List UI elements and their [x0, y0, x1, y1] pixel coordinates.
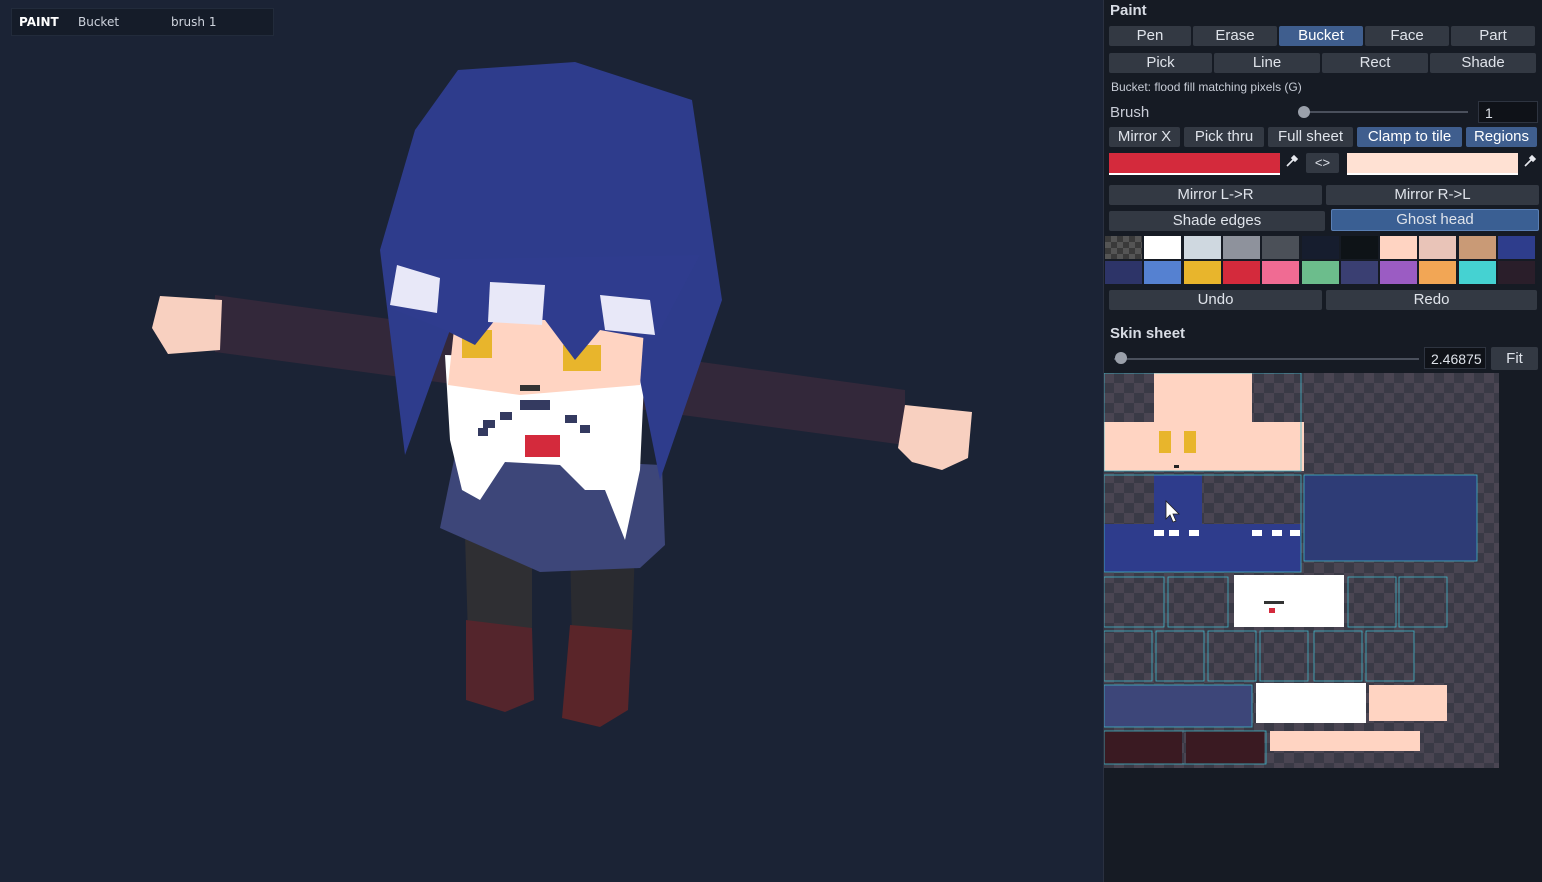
palette-swatch[interactable] [1301, 261, 1339, 284]
palette-swatch[interactable] [1380, 236, 1418, 259]
mode-label: PAINT [19, 15, 59, 29]
palette-swatch[interactable] [1222, 236, 1260, 259]
skin-sheet-title: Skin sheet [1110, 325, 1186, 342]
palette-swatch[interactable] [1340, 236, 1378, 259]
tool-rect-button[interactable]: Rect [1322, 53, 1428, 73]
eyedropper-primary-icon[interactable] [1283, 154, 1301, 172]
brush-size-label: Brush [1110, 104, 1150, 121]
brush-size-slider[interactable] [1302, 111, 1468, 113]
sheet-skirt [1104, 685, 1252, 727]
status-bar: PAINT Bucket brush 1 [11, 8, 274, 36]
fit-button[interactable]: Fit [1491, 347, 1538, 370]
shirt-tie [525, 435, 560, 457]
palette-swatch[interactable] [1458, 236, 1496, 259]
hand-left [152, 296, 222, 354]
palette-swatch[interactable] [1105, 236, 1142, 259]
viewport-3d[interactable]: PAINT Bucket brush 1 [0, 0, 1103, 882]
palette-swatch[interactable] [1419, 261, 1457, 284]
hair-highlight-2 [488, 282, 545, 325]
ghost-head-toggle[interactable]: Ghost head [1331, 209, 1539, 231]
tool-bucket-button[interactable]: Bucket [1279, 26, 1363, 46]
palette-swatch[interactable] [1340, 261, 1378, 284]
brush-size-slider-handle[interactable] [1298, 106, 1310, 118]
pick-thru-toggle[interactable]: Pick thru [1184, 127, 1264, 147]
palette-swatch[interactable] [1380, 261, 1418, 284]
palette-swatch[interactable] [1458, 261, 1496, 284]
tool-hint: Bucket: flood fill matching pixels (G) [1111, 80, 1302, 94]
palette-swatch[interactable] [1105, 261, 1142, 284]
palette-swatch[interactable] [1144, 236, 1182, 259]
sheet-hat [1304, 475, 1477, 561]
tool-line-button[interactable]: Line [1214, 53, 1320, 73]
sheet-head-top [1154, 373, 1252, 422]
sheet-head-side [1104, 422, 1304, 471]
panel-title: Paint [1110, 2, 1147, 19]
sheet-shirt [1234, 575, 1344, 627]
redo-button[interactable]: Redo [1326, 290, 1537, 310]
palette-swatch[interactable] [1183, 261, 1221, 284]
palette-swatch[interactable] [1301, 236, 1339, 259]
mirror-left-to-right-button[interactable]: Mirror L->R [1109, 185, 1322, 205]
paint-panel: Paint Pen Erase Bucket Face Part Pick Li… [1103, 0, 1542, 882]
brush-size-input[interactable]: 1 [1478, 101, 1538, 123]
full-sheet-toggle[interactable]: Full sheet [1268, 127, 1353, 147]
palette-swatch[interactable] [1498, 261, 1535, 284]
clamp-to-tile-toggle[interactable]: Clamp to tile [1357, 127, 1462, 147]
zoom-slider[interactable] [1114, 358, 1419, 360]
shade-edges-button[interactable]: Shade edges [1109, 211, 1325, 231]
swap-colors-button[interactable]: <> [1306, 153, 1339, 173]
boot-left [466, 620, 534, 712]
palette-swatch[interactable] [1419, 236, 1457, 259]
boot-right [562, 625, 632, 727]
palette-swatch[interactable] [1262, 261, 1300, 284]
palette-swatch[interactable] [1183, 236, 1221, 259]
tool-pick-button[interactable]: Pick [1109, 53, 1212, 73]
mirror-x-toggle[interactable]: Mirror X [1109, 127, 1180, 147]
character-model[interactable] [0, 0, 1103, 882]
hand-right [898, 405, 972, 470]
zoom-slider-handle[interactable] [1115, 352, 1127, 364]
brush-label: brush 1 [171, 15, 217, 29]
tool-erase-button[interactable]: Erase [1193, 26, 1277, 46]
palette-swatch[interactable] [1498, 236, 1535, 259]
palette-swatch[interactable] [1262, 236, 1300, 259]
skin-sheet-canvas[interactable] [1104, 373, 1499, 768]
eyedropper-secondary-icon[interactable] [1521, 154, 1539, 172]
undo-button[interactable]: Undo [1109, 290, 1322, 310]
tool-face-button[interactable]: Face [1365, 26, 1449, 46]
palette-swatch[interactable] [1144, 261, 1182, 284]
sheet-hair-side [1104, 524, 1301, 572]
primary-color-swatch[interactable] [1109, 153, 1280, 175]
mirror-right-to-left-button[interactable]: Mirror R->L [1326, 185, 1539, 205]
hair-highlight-3 [600, 295, 655, 335]
sheet-hair-top [1154, 475, 1202, 524]
tool-label: Bucket [78, 15, 120, 29]
secondary-color-swatch[interactable] [1347, 153, 1518, 175]
palette-swatch[interactable] [1222, 261, 1260, 284]
tool-part-button[interactable]: Part [1451, 26, 1535, 46]
tool-shade-button[interactable]: Shade [1430, 53, 1536, 73]
regions-toggle[interactable]: Regions [1466, 127, 1537, 147]
tool-pen-button[interactable]: Pen [1109, 26, 1191, 46]
zoom-input[interactable]: 2.46875 [1424, 347, 1486, 369]
